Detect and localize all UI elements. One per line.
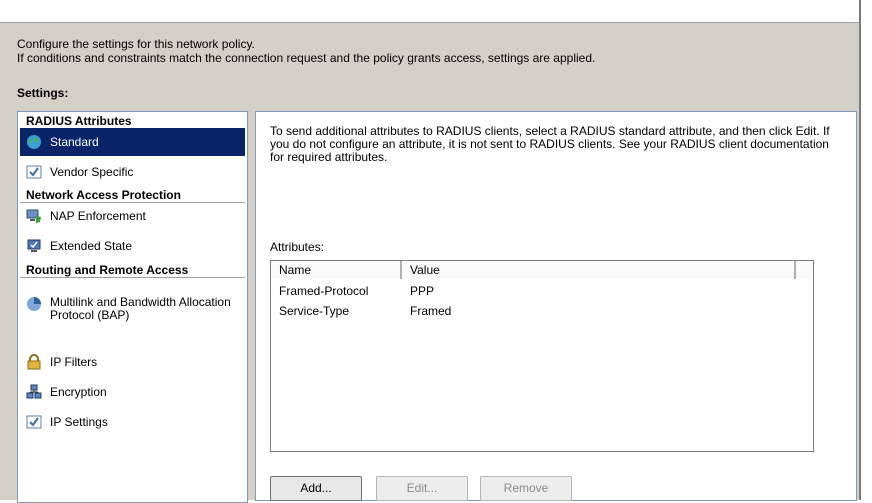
nav-item-ip-filters-label: IP Filters: [50, 354, 98, 369]
attributes-list[interactable]: Name Value Framed-Protocol PPP Service-T…: [270, 260, 814, 452]
network-computers-icon: [26, 384, 42, 400]
checkbox-icon: [26, 164, 42, 180]
computer-check-icon: [26, 238, 42, 254]
nav-section-network-access-protection: Network Access Protection: [20, 188, 245, 203]
settings-content-panel: To send additional attributes to RADIUS …: [255, 111, 857, 501]
nav-item-ip-settings-label: IP Settings: [50, 414, 108, 429]
nav-item-nap-enforcement-label: NAP Enforcement: [50, 208, 146, 223]
globe-icon: [26, 134, 42, 150]
nav-item-encryption[interactable]: Encryption: [20, 378, 245, 406]
settings-label: Settings:: [17, 86, 69, 100]
attribute-value-cell: PPP: [410, 284, 435, 298]
attribute-value-cell: Framed: [410, 304, 452, 318]
pie-chart-icon: [26, 296, 42, 312]
nav-item-extended-state[interactable]: Extended State: [20, 232, 245, 260]
intro-line-1: Configure the settings for this network …: [17, 37, 255, 51]
nav-item-encryption-label: Encryption: [50, 384, 107, 399]
window-right-edge: [859, 0, 872, 500]
nav-item-standard-label: Standard: [50, 134, 99, 149]
nav-section-radius-attributes: RADIUS Attributes: [20, 114, 245, 129]
checkbox-icon: [26, 414, 42, 430]
edit-button[interactable]: Edit...: [376, 476, 468, 501]
lock-icon: [26, 354, 42, 370]
attributes-label: Attributes:: [270, 240, 325, 254]
intro-line-2: If conditions and constraints match the …: [17, 51, 596, 65]
add-button[interactable]: Add...: [270, 476, 362, 501]
column-header-name[interactable]: Name: [271, 261, 402, 279]
intro-text: Configure the settings for this network …: [17, 37, 595, 65]
attributes-description: To send additional attributes to RADIUS …: [270, 124, 830, 164]
settings-nav-panel: RADIUS Attributes Standard Vendor Specif…: [17, 111, 248, 503]
attribute-name-cell: Framed-Protocol: [279, 284, 369, 298]
computer-shield-icon: [26, 208, 42, 224]
nav-item-multilink-bap-label: Multilink and Bandwidth Allocation Proto…: [50, 295, 231, 322]
table-row[interactable]: Service-Type Framed: [271, 301, 813, 321]
dialog-header-band: [0, 0, 859, 22]
nav-item-nap-enforcement[interactable]: NAP Enforcement: [20, 202, 245, 230]
column-header-value[interactable]: Value: [402, 261, 796, 279]
nav-item-ip-settings[interactable]: IP Settings: [20, 408, 245, 436]
nav-item-vendor-specific[interactable]: Vendor Specific: [20, 158, 245, 186]
nav-item-standard[interactable]: Standard: [20, 128, 245, 156]
nav-section-routing-remote-access: Routing and Remote Access: [20, 264, 245, 278]
nav-item-extended-state-label: Extended State: [50, 238, 133, 253]
nav-item-ip-filters[interactable]: IP Filters: [20, 348, 245, 376]
table-row[interactable]: Framed-Protocol PPP: [271, 281, 813, 301]
remove-button[interactable]: Remove: [480, 476, 572, 501]
nav-item-multilink-bap[interactable]: Multilink and Bandwidth Allocation Proto…: [20, 294, 245, 348]
nav-item-vendor-specific-label: Vendor Specific: [50, 164, 134, 179]
list-header: Name Value: [271, 261, 813, 279]
policy-settings-dialog: Configure the settings for this network …: [0, 22, 859, 503]
attribute-name-cell: Service-Type: [279, 304, 350, 318]
